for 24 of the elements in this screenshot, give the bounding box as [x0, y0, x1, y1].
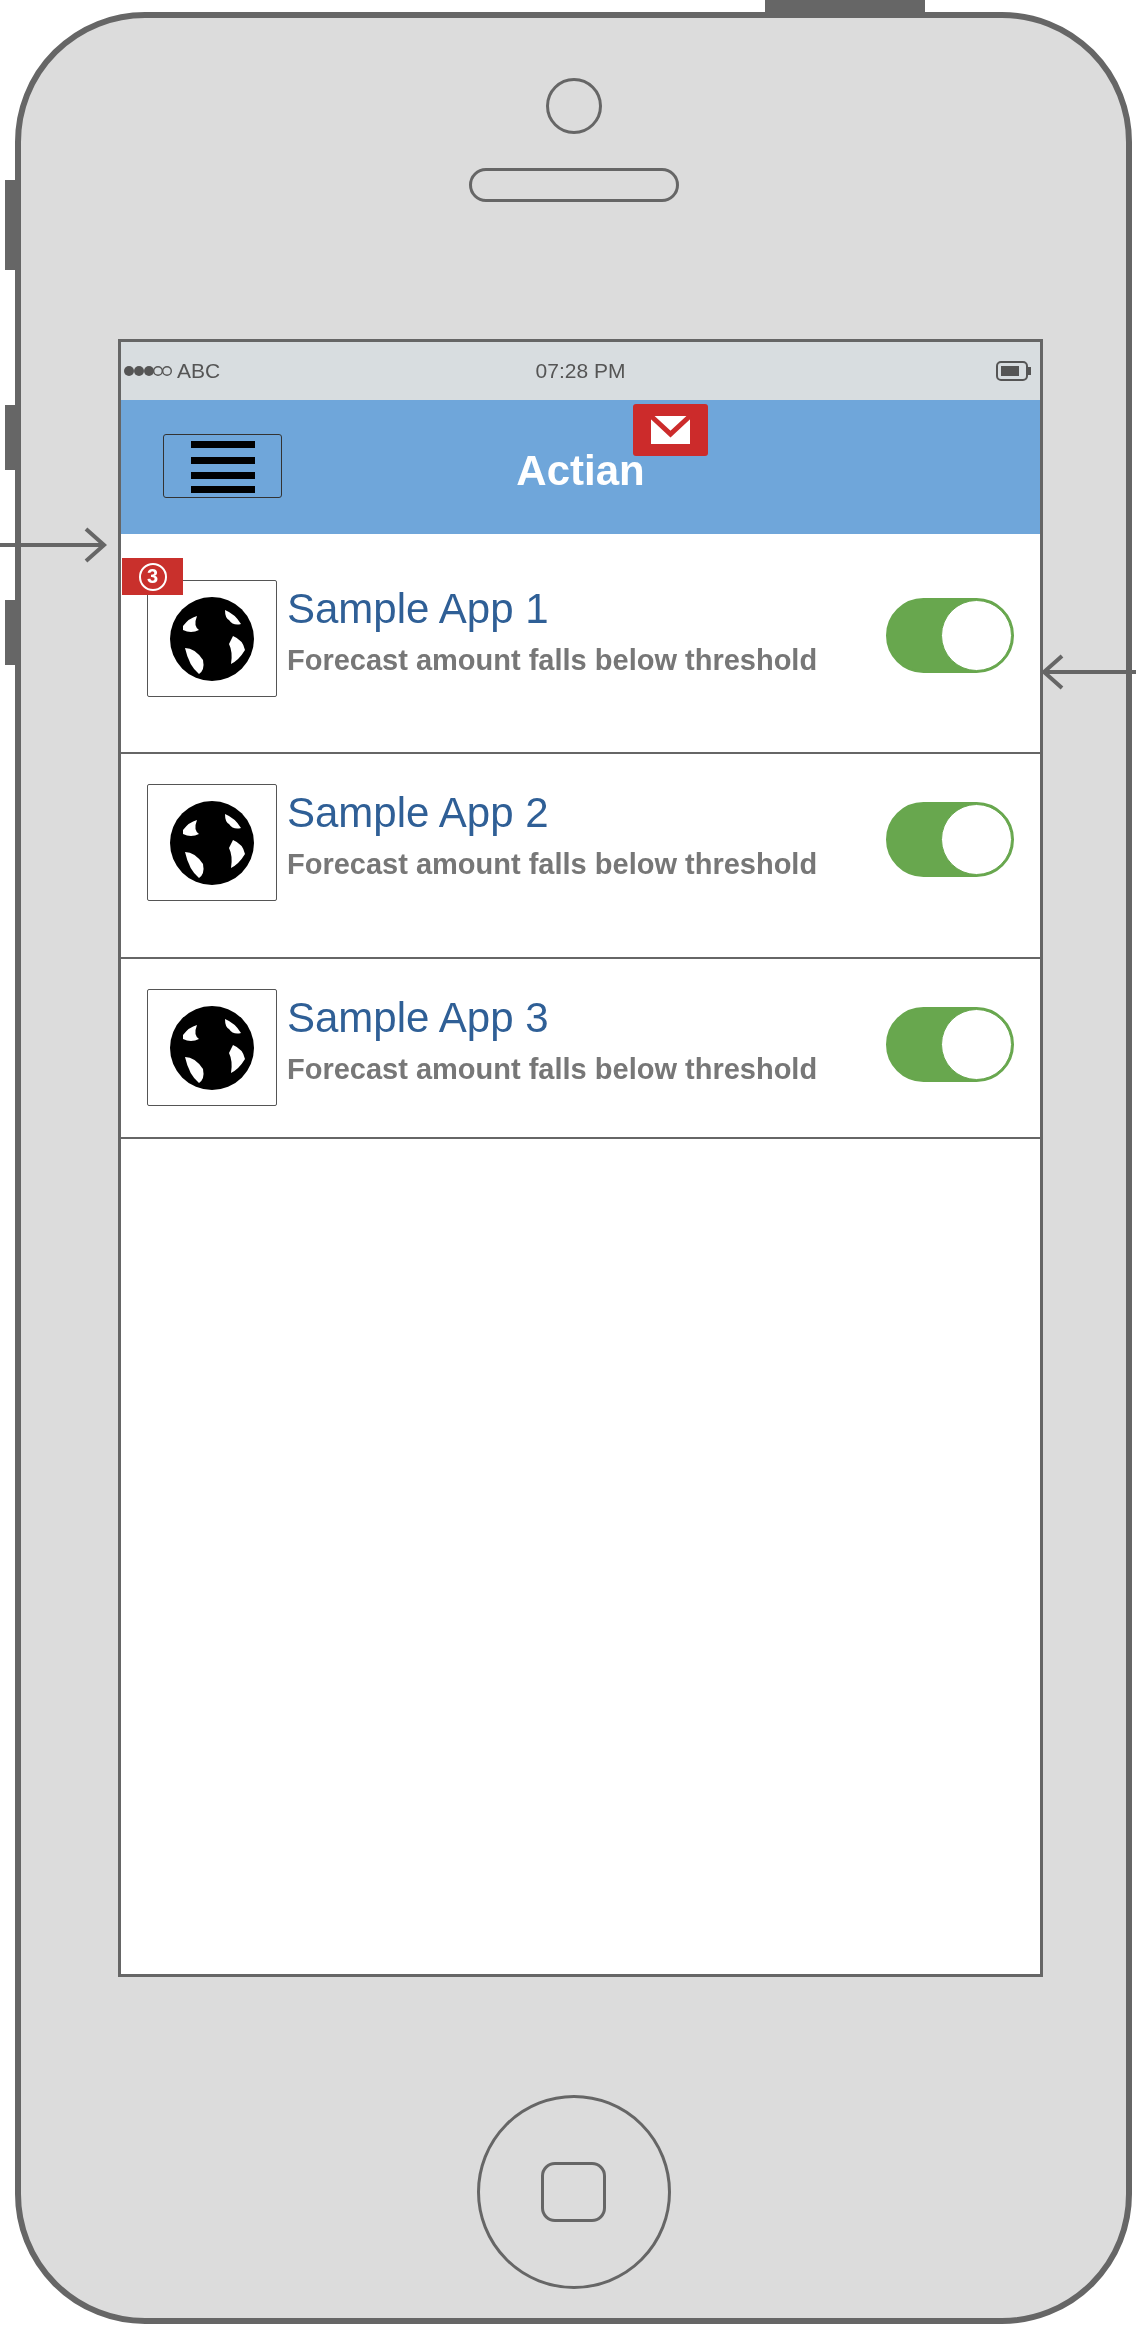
- speaker-icon: [468, 168, 679, 202]
- alert-description: Forecast amount falls below threshold: [287, 644, 819, 678]
- app-list-item[interactable]: Sample App 3 Forecast amount falls below threshold: [121, 959, 1040, 1139]
- signal-icon: [123, 364, 173, 378]
- app-name: Sample App 2: [287, 788, 550, 838]
- menu-icon: [190, 439, 255, 493]
- app-list-item[interactable]: Sample App 2 Forecast amount falls below threshold: [121, 754, 1040, 959]
- app-name: Sample App 1: [287, 584, 550, 634]
- home-button[interactable]: [476, 2095, 671, 2289]
- menu-button[interactable]: [163, 434, 282, 498]
- globe-icon: [169, 799, 255, 886]
- carrier-name: ABC: [177, 359, 221, 383]
- app-title: Actian: [516, 447, 645, 495]
- notification-badge: 3: [122, 558, 183, 595]
- app-name: Sample App 3: [287, 993, 550, 1043]
- camera-icon: [545, 78, 602, 134]
- alert-description: Forecast amount falls below threshold: [287, 1053, 819, 1087]
- app-list-item[interactable]: 3 Sample App 1 Forecast amount falls below threshold: [121, 534, 1040, 754]
- mail-icon[interactable]: [633, 404, 708, 456]
- status-time: 07:28 PM: [535, 359, 626, 383]
- alert-description: Forecast amount falls below threshold: [287, 848, 819, 882]
- globe-icon: [169, 595, 255, 682]
- battery-icon: [996, 361, 1032, 381]
- globe-icon: [169, 1004, 255, 1091]
